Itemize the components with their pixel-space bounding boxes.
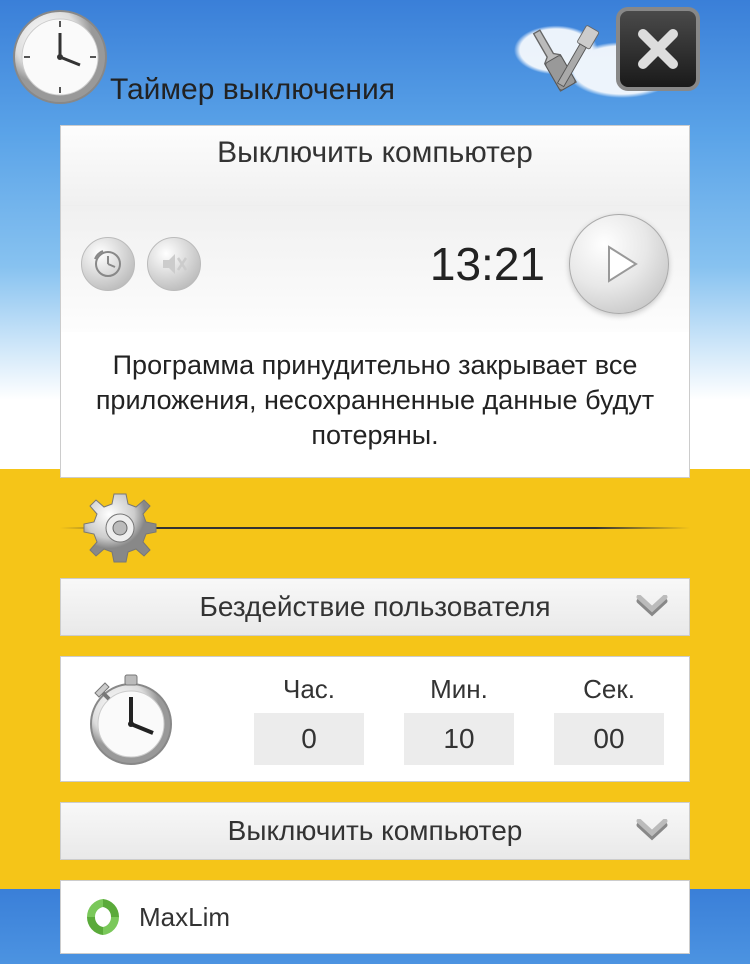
task-label: Выключить компьютер [228,815,523,846]
action-panel: Выключить компьютер 13:21 Программа прин… [60,125,690,478]
chevron-down-icon [635,595,669,619]
task-dropdown[interactable]: Выключить компьютер [60,802,690,860]
chevron-down-icon [635,819,669,843]
timer-row: 13:21 [61,206,689,332]
close-icon [633,24,683,74]
seconds-column: Сек. 00 [549,674,669,765]
time-columns: Час. 0 Мин. 10 Сек. 00 [201,674,669,765]
mute-icon[interactable] [147,237,201,291]
titlebar: Таймер выключения [50,55,700,115]
seconds-label: Сек. [583,674,635,705]
play-icon [594,239,644,289]
minutes-column: Мин. 10 [399,674,519,765]
minutes-input[interactable]: 10 [404,713,514,765]
brand-logo-icon [81,895,125,939]
action-label: Выключить компьютер [61,126,689,206]
idle-time-panel: Час. 0 Мин. 10 Сек. 00 [60,656,690,782]
condition-dropdown[interactable]: Бездействие пользователя [60,578,690,636]
close-button[interactable] [616,7,700,91]
settings-divider [60,498,690,558]
warning-text: Программа принудительно закрывает все пр… [61,332,689,477]
minutes-label: Мин. [430,674,488,705]
clock-icon [10,7,110,107]
hours-label: Час. [283,674,335,705]
app-window: Таймер выключения Выключить компьютер [50,55,700,964]
app-title: Таймер выключения [110,63,700,107]
hours-input[interactable]: 0 [254,713,364,765]
footer: MaxLim [60,880,690,954]
stopwatch-icon [81,669,181,769]
schedule-icon[interactable] [81,237,135,291]
gear-icon[interactable] [80,488,160,568]
timer-value: 13:21 [213,237,557,291]
brand-name: MaxLim [139,902,230,933]
play-button[interactable] [569,214,669,314]
condition-label: Бездействие пользователя [199,591,550,622]
settings-tools-icon[interactable] [520,7,610,97]
hours-column: Час. 0 [249,674,369,765]
seconds-input[interactable]: 00 [554,713,664,765]
